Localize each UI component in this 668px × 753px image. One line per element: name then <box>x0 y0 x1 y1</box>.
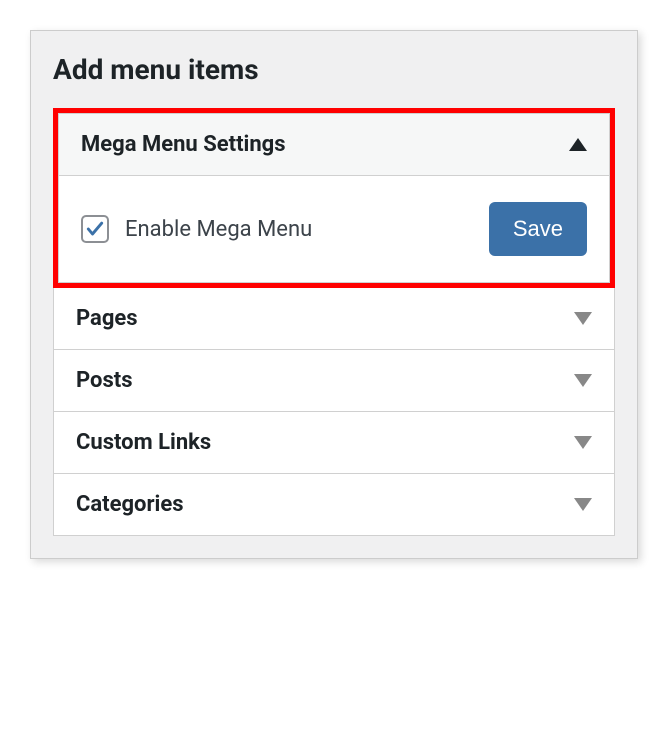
section-categories-title: Categories <box>76 492 184 517</box>
collapsed-sections: Pages Posts Custom Links Categories <box>53 288 615 536</box>
caret-down-icon <box>574 374 592 387</box>
caret-down-icon <box>574 498 592 511</box>
section-posts[interactable]: Posts <box>53 350 615 412</box>
mega-menu-settings-title: Mega Menu Settings <box>81 132 286 157</box>
enable-mega-menu-row: Enable Mega Menu <box>81 215 312 243</box>
mega-menu-settings-body: Enable Mega Menu Save <box>58 176 610 283</box>
save-button[interactable]: Save <box>489 202 587 256</box>
add-menu-items-panel: Add menu items Mega Menu Settings Enable… <box>30 30 638 559</box>
section-categories[interactable]: Categories <box>53 474 615 536</box>
mega-menu-highlight: Mega Menu Settings Enable Mega Menu Save <box>53 108 615 288</box>
check-icon <box>85 219 105 239</box>
section-posts-title: Posts <box>76 368 133 393</box>
section-custom-links-title: Custom Links <box>76 430 211 455</box>
enable-mega-menu-checkbox[interactable] <box>81 215 109 243</box>
caret-up-icon <box>569 138 587 151</box>
mega-menu-settings-header[interactable]: Mega Menu Settings <box>58 113 610 176</box>
caret-down-icon <box>574 312 592 325</box>
section-pages-title: Pages <box>76 306 138 331</box>
caret-down-icon <box>574 436 592 449</box>
section-custom-links[interactable]: Custom Links <box>53 412 615 474</box>
panel-title: Add menu items <box>53 53 615 86</box>
enable-mega-menu-label: Enable Mega Menu <box>125 217 312 242</box>
section-pages[interactable]: Pages <box>53 288 615 350</box>
